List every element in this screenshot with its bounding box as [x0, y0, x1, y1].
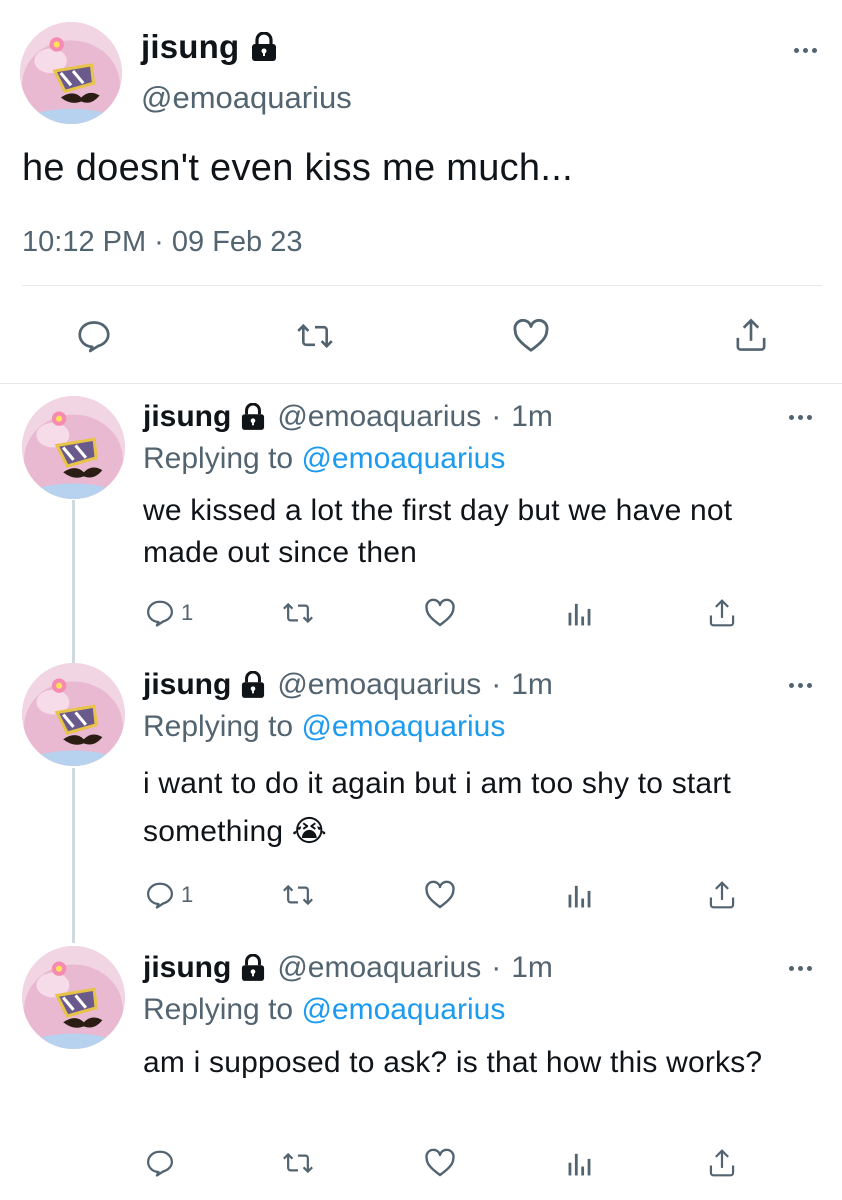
share-button[interactable] [733, 316, 769, 354]
reply-time[interactable]: 1m [511, 951, 553, 985]
retweet-button[interactable] [282, 880, 314, 910]
lock-icon [251, 32, 277, 62]
more-options-icon[interactable] [794, 48, 817, 53]
like-icon [425, 1148, 455, 1177]
lock-icon [241, 954, 265, 982]
more-options-icon[interactable] [789, 415, 812, 420]
like-icon [425, 598, 455, 627]
reply-button[interactable] [76, 318, 112, 354]
reply-text: i want to do it again but i am too shy t… [143, 767, 732, 848]
reply-header: jisung @emoaquarius · 1m [143, 400, 553, 434]
reply-button[interactable]: 1 [145, 598, 193, 628]
share-button[interactable] [707, 1147, 737, 1179]
replying-to-label: Replying to [143, 993, 294, 1026]
mention-link[interactable]: @emoaquarius [301, 993, 505, 1026]
more-options-icon[interactable] [789, 683, 812, 688]
retweet-icon [283, 602, 313, 624]
author-name[interactable]: jisung [141, 28, 277, 66]
more-options-icon[interactable] [789, 966, 812, 971]
avatar[interactable] [22, 663, 125, 766]
avatar[interactable] [22, 946, 125, 1049]
tweet-text: he doesn't even kiss me much... [22, 147, 573, 189]
analytics-icon [568, 885, 591, 908]
reply-count: 1 [181, 600, 194, 625]
separator-dot: · [491, 400, 502, 433]
mention-link[interactable]: @emoaquarius [301, 442, 505, 475]
like-icon [425, 880, 455, 909]
reply-button[interactable] [145, 1148, 181, 1178]
reply-count: 1 [181, 882, 194, 907]
like-button[interactable] [424, 1148, 456, 1178]
analytics-icon [568, 603, 591, 626]
retweet-icon [297, 323, 333, 349]
retweet-button[interactable] [296, 318, 334, 354]
reply-header: jisung @emoaquarius · 1m [143, 951, 553, 985]
reply-time[interactable]: 1m [511, 668, 553, 702]
author-name[interactable]: jisung [143, 400, 231, 434]
mention-link[interactable]: @emoaquarius [301, 710, 505, 743]
analytics-icon [568, 1153, 591, 1176]
author-name[interactable]: jisung [143, 951, 231, 985]
separator-dot: · [491, 668, 502, 701]
avatar[interactable] [20, 22, 122, 124]
replying-to-label: Replying to [143, 442, 294, 475]
share-icon [709, 599, 735, 627]
like-button[interactable] [424, 880, 456, 910]
share-icon [709, 1149, 735, 1177]
retweet-icon [283, 884, 313, 906]
share-button[interactable] [707, 597, 737, 629]
reply-icon [147, 882, 173, 909]
author-name-text[interactable]: jisung [141, 28, 239, 66]
retweet-button[interactable] [282, 598, 314, 628]
retweet-button[interactable] [282, 1148, 314, 1178]
author-handle[interactable]: @emoaquarius [277, 951, 481, 985]
reply-icon [147, 1150, 173, 1177]
reply-icon [147, 600, 173, 627]
analytics-button[interactable] [567, 882, 593, 910]
reply-text: we kissed a lot the first day but we hav… [143, 494, 733, 569]
author-handle[interactable]: @emoaquarius [277, 400, 481, 434]
tweet-timestamp[interactable]: 10:12 PM · 09 Feb 23 [22, 226, 303, 259]
share-icon [709, 881, 735, 909]
author-handle[interactable]: @emoaquarius [277, 668, 481, 702]
reply-button[interactable]: 1 [145, 880, 193, 910]
reply-icon [78, 321, 110, 353]
like-button[interactable] [424, 598, 456, 628]
share-icon [736, 318, 766, 351]
lock-icon [241, 403, 265, 431]
lock-icon [241, 671, 265, 699]
thread-line [72, 500, 75, 665]
analytics-button[interactable] [567, 600, 593, 628]
divider [0, 383, 842, 384]
reply-time[interactable]: 1m [511, 400, 553, 434]
retweet-icon [283, 1152, 313, 1174]
like-button[interactable] [512, 318, 550, 354]
replying-to: Replying to @emoaquarius [143, 710, 505, 744]
reply-text: am i supposed to ask? is that how this w… [143, 1046, 763, 1079]
author-name[interactable]: jisung [143, 668, 231, 702]
like-icon [513, 318, 549, 352]
author-handle[interactable]: @emoaquarius [141, 80, 352, 116]
analytics-button[interactable] [567, 1150, 593, 1178]
separator-dot: · [491, 951, 502, 984]
divider [22, 285, 822, 286]
thread-line [72, 768, 75, 943]
replying-to: Replying to @emoaquarius [143, 442, 505, 476]
reply-header: jisung @emoaquarius · 1m [143, 668, 553, 702]
replying-to-label: Replying to [143, 710, 294, 743]
share-button[interactable] [707, 879, 737, 911]
avatar[interactable] [22, 396, 125, 499]
replying-to: Replying to @emoaquarius [143, 993, 505, 1027]
